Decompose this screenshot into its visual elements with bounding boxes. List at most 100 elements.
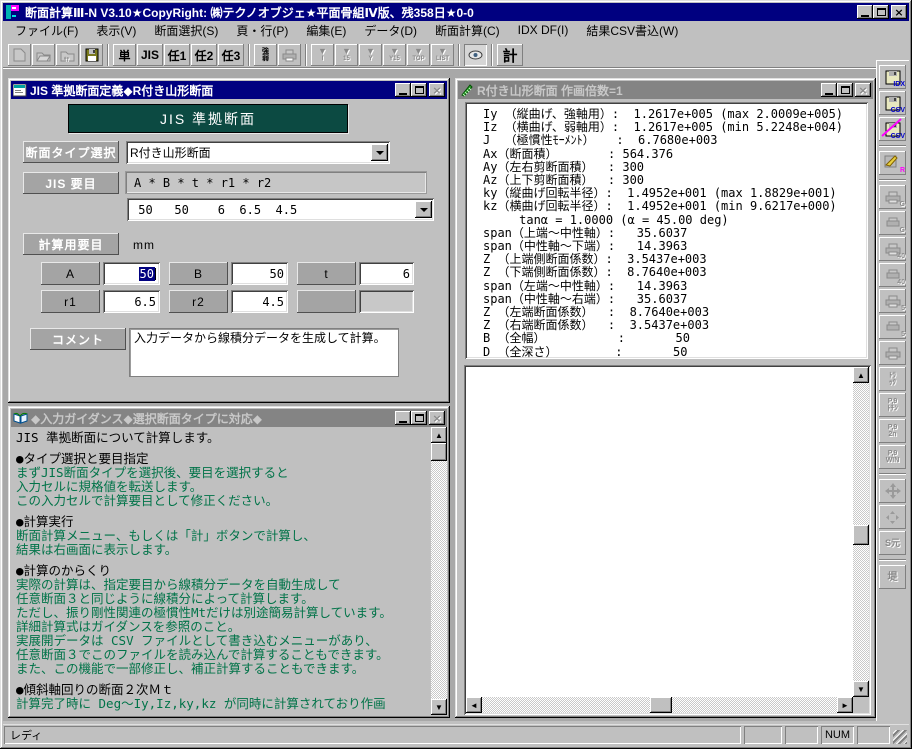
menu-item[interactable]: 編集(E) xyxy=(298,20,356,42)
toolbar-separator xyxy=(248,44,250,66)
main-titlebar: 断面計算Ⅲ-N V3.10★CopyRight: ㈱テクノオブジェ★平面骨組Ⅳ版… xyxy=(3,3,909,21)
book-icon xyxy=(13,412,28,424)
menu-item[interactable]: IDX DF(I) xyxy=(510,21,579,40)
field-a-input[interactable]: 50 xyxy=(103,262,160,285)
save-idx-button[interactable]: IDX xyxy=(879,65,906,89)
field-a-label: A xyxy=(41,262,100,285)
redraw-brush-button[interactable]: R xyxy=(879,151,906,175)
calc-youmoku-label: 計算用要目 xyxy=(23,233,119,255)
arbitrary-section-2-button[interactable]: 任2 xyxy=(191,44,217,66)
drawing-vscrollbar-thumb[interactable] xyxy=(853,525,869,545)
jis-maximize-button[interactable] xyxy=(411,83,427,97)
open-file-button xyxy=(32,44,55,66)
guidance-maximize-button[interactable] xyxy=(411,411,427,425)
jis-dimensions-dropdown-button[interactable] xyxy=(415,201,432,218)
section-view-button: ▼15 xyxy=(335,44,358,66)
guidance-line: ●計算のからくり xyxy=(16,564,425,578)
move-step-button xyxy=(879,505,906,529)
guidance-body: JIS 準拠断面について計算します。●タイプ選択と要目指定まずJIS断面タイプを… xyxy=(11,427,447,715)
drawing-scroll-down-button[interactable]: ▼ xyxy=(853,681,869,697)
field-t-input[interactable]: 6 xyxy=(359,262,414,285)
field-r2-input[interactable]: 4.5 xyxy=(231,290,288,313)
drawing-scroll-left-button[interactable]: ◄ xyxy=(466,697,482,713)
section-view-button: ▼I xyxy=(311,44,334,66)
minimize-button[interactable] xyxy=(857,5,873,19)
guidance-scroll-down-button[interactable]: ▼ xyxy=(431,699,447,715)
form-window-icon xyxy=(13,84,27,97)
maximize-button[interactable] xyxy=(873,5,889,19)
jis-dimensions-combobox[interactable]: 50 50 6 6.5 4.5 xyxy=(127,198,434,221)
section-type-combobox[interactable]: R付き山形断面 xyxy=(126,141,390,164)
menu-item[interactable]: ファイル(F) xyxy=(7,20,88,42)
guidance-line: 任意断面３と同じように線積分によって計算します。 xyxy=(16,592,425,606)
eye-icon xyxy=(468,50,483,60)
guidance-scroll-up-button[interactable]: ▲ xyxy=(431,427,447,443)
unit-label: mm xyxy=(133,238,155,252)
toolbar-separator xyxy=(491,44,493,66)
save-button[interactable] xyxy=(80,44,103,66)
drawing-maximize-button[interactable] xyxy=(837,83,853,97)
guidance-line: 断面計算メニュー、もしくは「計」ボタンで計算し、 xyxy=(16,529,425,543)
scrollbar-corner xyxy=(853,697,869,713)
drawing-scroll-right-button[interactable]: ► xyxy=(837,697,853,713)
app-logo-icon xyxy=(5,4,21,20)
drawing-hscrollbar-thumb[interactable] xyxy=(650,697,672,713)
section-type-dropdown-button[interactable] xyxy=(371,144,388,161)
field-b-input[interactable]: 50 xyxy=(231,262,288,285)
close-button[interactable]: × xyxy=(891,5,907,19)
move-arrows-icon xyxy=(885,483,901,499)
status-cell-2 xyxy=(785,726,818,744)
menu-item[interactable]: 断面計算(C) xyxy=(427,20,510,42)
field-r1-input[interactable]: 6.5 xyxy=(103,290,160,313)
scale-origin-button: S元 xyxy=(879,531,906,555)
menu-item[interactable]: データ(D) xyxy=(356,20,427,42)
calculate-button[interactable]: 計 xyxy=(497,44,523,66)
application-window: 断面計算Ⅲ-N V3.10★CopyRight: ㈱テクノオブジェ★平面骨組Ⅳ版… xyxy=(0,0,912,749)
guidance-close-button: × xyxy=(429,411,445,425)
result-line: Z （下端側断面係数）: 8.7640e+003 xyxy=(483,266,864,279)
guidance-minimize-button[interactable] xyxy=(395,411,411,425)
guidance-line: ●計算実行 xyxy=(16,515,425,529)
results-panel: Iy （縦曲げ、強軸用）: 1.2617e+005 (max 2.0009e+0… xyxy=(465,102,868,359)
view-toggle-button[interactable] xyxy=(464,44,487,66)
section-type-value: R付き山形断面 xyxy=(126,144,371,161)
drawing-body: Iy （縦曲げ、強軸用）: 1.2617e+005 (max 2.0009e+0… xyxy=(458,99,873,715)
toolbar-separator xyxy=(107,44,109,66)
comment-box[interactable]: 入力データから線積分データを生成して計算。 xyxy=(129,328,399,377)
move-view-button xyxy=(879,479,906,503)
arbitrary-section-3-button[interactable]: 任3 xyxy=(218,44,244,66)
jis-minimize-button[interactable] xyxy=(395,83,411,97)
side-separator xyxy=(879,473,906,475)
drawing-scroll-up-button[interactable]: ▲ xyxy=(853,367,869,383)
jis-definition-window: JIS 準拠断面定義◆R付き山形断面 × JIS 準拠断面 断面タイプ選択 R付… xyxy=(8,78,450,403)
arbitrary-section-1-button[interactable]: 任1 xyxy=(164,44,190,66)
jis-section-button[interactable]: JIS xyxy=(137,44,163,66)
drawing-minimize-button[interactable] xyxy=(821,83,837,97)
print-g-button: G xyxy=(879,211,906,235)
section-type-label: 断面タイプ選択 xyxy=(23,141,119,163)
side-separator xyxy=(879,559,906,561)
side-separator xyxy=(879,145,906,147)
guidance-line: 結果は右画面に表示します。 xyxy=(16,543,425,557)
printer-icon xyxy=(282,49,297,62)
csv-cancel-button[interactable]: CSV xyxy=(879,117,906,141)
jis-dimensions-value: 50 50 6 6.5 4.5 xyxy=(127,203,415,217)
guidance-line xyxy=(16,508,425,515)
guidance-line: 実際の計算は、指定要目から線積分データを自動生成して xyxy=(16,578,425,592)
jis-form-body: JIS 準拠断面 断面タイプ選択 R付き山形断面 JIS 要目 A * B * … xyxy=(11,99,447,400)
menu-item[interactable]: 頁・行(P) xyxy=(228,20,298,42)
status-num-indicator: NUM xyxy=(821,726,854,744)
menu-bar: ファイル(F)表示(V)断面選択(S)頁・行(P)編集(E)データ(D)断面計算… xyxy=(3,21,909,40)
png-win-button: P,9 WIN xyxy=(879,445,906,469)
result-line: kz（横曲げ回転半径）: 1.4952e+001 (min 9.6217e+00… xyxy=(483,200,864,213)
save-csv-button[interactable]: CSV xyxy=(879,91,906,115)
single-section-button[interactable]: 単 xyxy=(113,44,136,66)
resize-grip[interactable] xyxy=(893,730,907,744)
menu-item[interactable]: 断面選択(S) xyxy=(146,20,228,42)
menu-item[interactable]: 結果CSV書込(W) xyxy=(578,20,688,42)
menu-item[interactable]: 表示(V) xyxy=(88,20,146,42)
strong-weak-axis-button[interactable]: 強 弱 xyxy=(254,44,277,66)
guidance-scrollbar-thumb[interactable] xyxy=(431,443,447,461)
guidance-scrollbar-track[interactable] xyxy=(431,427,447,715)
status-cell-1 xyxy=(744,726,782,744)
